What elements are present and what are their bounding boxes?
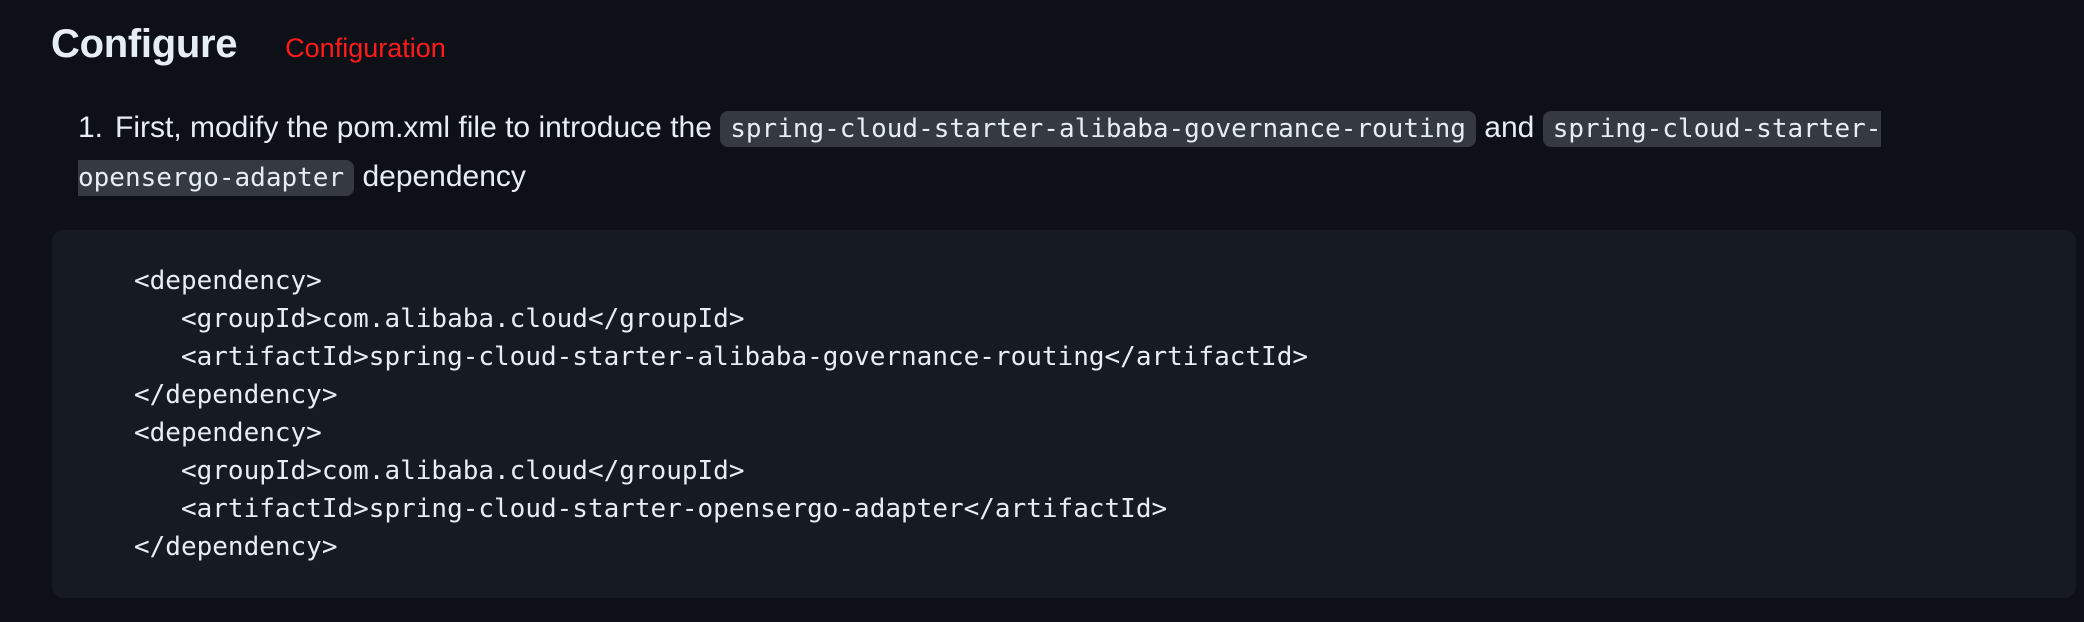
code-line: <artifactId>spring-cloud-starter-alibaba… xyxy=(134,342,1308,372)
code-line: <dependency> xyxy=(134,418,322,448)
step-text-after: dependency xyxy=(354,160,526,193)
code-line: <artifactId>spring-cloud-starter-openser… xyxy=(134,494,1168,524)
step-text-middle: and xyxy=(1475,111,1543,144)
code-line: </dependency> xyxy=(134,532,338,562)
step-number: 1. xyxy=(78,111,104,144)
inline-code-governance-routing: spring-cloud-starter-alibaba-governance-… xyxy=(720,111,1476,147)
code-content: <dependency> <groupId>com.alibaba.cloud<… xyxy=(134,262,2076,566)
step-1: 1. First, modify the pom.xml file to intr… xyxy=(78,104,2018,202)
code-line: <groupId>com.alibaba.cloud</groupId> xyxy=(134,304,745,334)
code-line: <groupId>com.alibaba.cloud</groupId> xyxy=(134,456,745,486)
section-header: Configure Configuration xyxy=(51,22,446,67)
section-title: Configure xyxy=(51,22,238,66)
section-title-annotation: Configuration xyxy=(285,33,446,63)
code-block[interactable]: <dependency> <groupId>com.alibaba.cloud<… xyxy=(52,230,2076,598)
code-line: </dependency> xyxy=(134,380,338,410)
code-line: <dependency> xyxy=(134,266,322,296)
step-text-before: First, modify the pom.xml file to introd… xyxy=(115,111,721,144)
